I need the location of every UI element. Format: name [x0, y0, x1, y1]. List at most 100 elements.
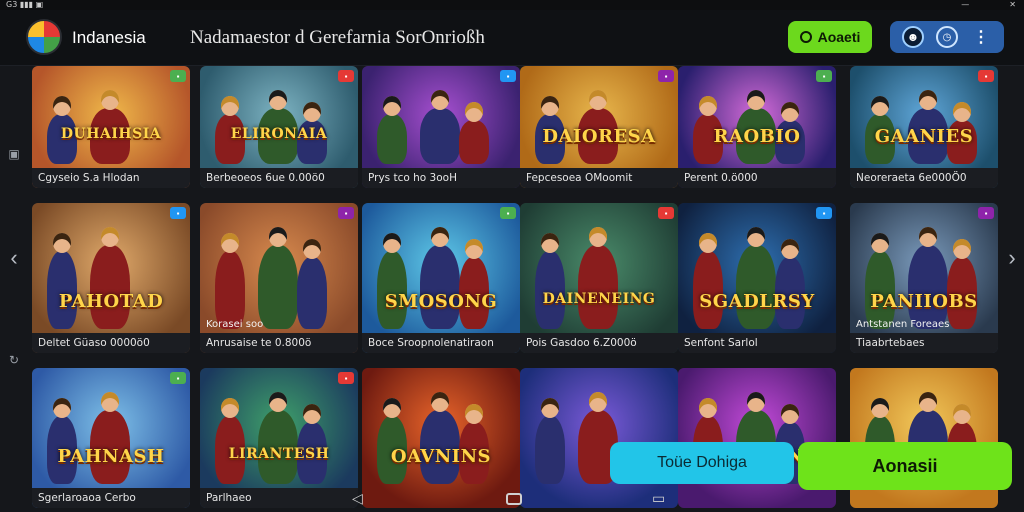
status-left: G3 ▮▮▮ ▣ [6, 0, 44, 9]
character-head [919, 227, 937, 247]
character-head [919, 90, 937, 110]
game-subtitle: Antstanen Foreaes [856, 319, 950, 330]
game-caption: Anrusaise te 0.800ö [200, 333, 358, 353]
game-subtitle: Korasei soo [206, 319, 264, 330]
character-figure [90, 245, 130, 329]
game-card[interactable]: DAINENEING ▪ Pois Gasdoo 6.Z000ö [520, 203, 678, 353]
character-head [303, 404, 321, 424]
game-title-logo: RAOBIO [713, 126, 801, 147]
game-badge-icon: ▪ [816, 207, 832, 219]
game-title-logo: SGADLRSY [699, 291, 815, 312]
bookmark-icon[interactable]: ▣ [6, 146, 22, 162]
game-card[interactable]: LIRANTESH ▪ Parlhaeo [200, 368, 358, 508]
game-title-logo: PAHOTAD [58, 291, 164, 312]
character-head [465, 102, 483, 122]
character-figure [377, 251, 407, 329]
refresh-icon[interactable]: ↻ [6, 352, 22, 368]
character-head [53, 233, 71, 253]
character-figure [535, 251, 565, 329]
game-badge-icon: ▪ [170, 372, 186, 384]
login-button[interactable]: Aoaeti [788, 21, 872, 53]
home-nav-icon[interactable] [506, 493, 522, 505]
close-icon[interactable]: ✕ [1009, 0, 1016, 9]
game-card[interactable] [520, 368, 678, 508]
logo-icon[interactable] [26, 19, 62, 55]
character-figure [865, 251, 895, 329]
secondary-action-button[interactable]: Toüe Dohiga [610, 442, 794, 484]
character-head [871, 96, 889, 116]
character-figure [47, 251, 77, 329]
character-head [269, 90, 287, 110]
game-caption: Pois Gasdoo 6.Z000ö [520, 333, 678, 353]
game-caption: Senfont Sarlol [678, 333, 836, 353]
game-card[interactable]: SMOSONG ▪ Boce Sroopnolenatiraon [362, 203, 520, 353]
game-title-logo: ELIRONAIA [230, 126, 328, 142]
game-title-logo: PANIIOBS [870, 291, 978, 312]
game-badge-icon: ▪ [816, 70, 832, 82]
recents-nav-icon[interactable]: ▭ [652, 490, 665, 507]
game-card[interactable]: GAANIES ▪ Neoreraeta 6e000Ö0 [850, 66, 998, 188]
chevron-right-icon[interactable]: › [1004, 245, 1020, 270]
status-bar: G3 ▮▮▮ ▣ — ✕ [0, 0, 1024, 10]
game-card[interactable]: ▪ Prys tco ho 3ooH [362, 66, 520, 188]
game-card[interactable]: PAHOTAD ▪ Deltet Güaso 0000ö0 [32, 203, 190, 353]
clock-icon[interactable]: ◷ [936, 26, 958, 48]
character-head [953, 239, 971, 259]
character-head [919, 392, 937, 412]
game-badge-icon: ▪ [658, 207, 674, 219]
game-title-logo: DAINENEING [542, 291, 656, 307]
game-card[interactable]: DUHAIHSIA ▪ Cgyseio S.a Hlodan [32, 66, 190, 188]
character-figure [459, 120, 489, 164]
game-card[interactable]: ELIRONAIA ▪ Berbeoeos 6ue 0.00ö0 [200, 66, 358, 188]
game-title-logo: DUHAIHSIA [60, 126, 162, 142]
back-nav-icon[interactable]: ◁ [352, 490, 363, 507]
game-caption: Berbeoeos 6ue 0.00ö0 [200, 168, 358, 188]
game-caption: Prys tco ho 3ooH [362, 168, 520, 188]
window-controls: — ✕ [961, 0, 1016, 9]
character-head [431, 227, 449, 247]
game-caption: Neoreraeta 6e000Ö0 [850, 168, 998, 188]
game-caption: Perent 0.ö000 [678, 168, 836, 188]
character-head [269, 392, 287, 412]
user-avatar-icon[interactable]: ☻ [902, 26, 924, 48]
character-figure [215, 251, 245, 329]
game-card[interactable]: ▪ Korasei soo Anrusaise te 0.800ö [200, 203, 358, 353]
character-figure [420, 108, 460, 164]
character-head [871, 398, 889, 418]
game-caption: Tiaabrtebaes [850, 333, 998, 353]
top-header: Indanesia Nadamaestor d Gerefarnia SorOn… [0, 10, 1024, 66]
game-badge-icon: ▪ [500, 207, 516, 219]
brand-name[interactable]: Indanesia [72, 28, 146, 48]
game-card[interactable]: PANIIOBS ▪ Antstanen Foreaes Tiaabrtebaes [850, 203, 998, 353]
game-caption: Cgyseio S.a Hlodan [32, 168, 190, 188]
more-vertical-icon[interactable]: ⋮ [970, 26, 992, 48]
game-badge-icon: ▪ [338, 207, 354, 219]
character-head [303, 102, 321, 122]
character-figure [578, 245, 618, 329]
character-head [101, 90, 119, 110]
character-figure [908, 245, 948, 329]
game-card[interactable]: OAVNINS [362, 368, 520, 508]
chevron-left-icon[interactable]: ‹ [6, 245, 22, 270]
character-head [781, 102, 799, 122]
character-head [383, 96, 401, 116]
character-figure [420, 245, 460, 329]
game-card[interactable]: DAIORESA ▪ Fepcesoea OMoomit [520, 66, 678, 188]
game-caption: Parlhaeo [200, 488, 358, 508]
game-badge-icon: ▪ [338, 70, 354, 82]
character-head [589, 227, 607, 247]
character-head [871, 233, 889, 253]
page-title: Nadamaestor d Gerefarnia SorOnrioßh [190, 27, 485, 48]
character-head [101, 392, 119, 412]
login-icon [799, 31, 812, 43]
character-figure [297, 257, 327, 329]
game-badge-icon: ▪ [978, 70, 994, 82]
login-button-label: Aoaeti [817, 29, 861, 45]
character-head [747, 90, 765, 110]
game-card[interactable]: PAHNASH ▪ Sgerlaroaoa Cerbo [32, 368, 190, 508]
primary-action-button[interactable]: Aonasii [798, 442, 1012, 490]
minimize-icon[interactable]: — [961, 0, 969, 9]
character-figure [377, 114, 407, 164]
game-card[interactable]: SGADLRSY ▪ Senfont Sarlol [678, 203, 836, 353]
game-card[interactable]: RAOBIO ▪ Perent 0.ö000 [678, 66, 836, 188]
